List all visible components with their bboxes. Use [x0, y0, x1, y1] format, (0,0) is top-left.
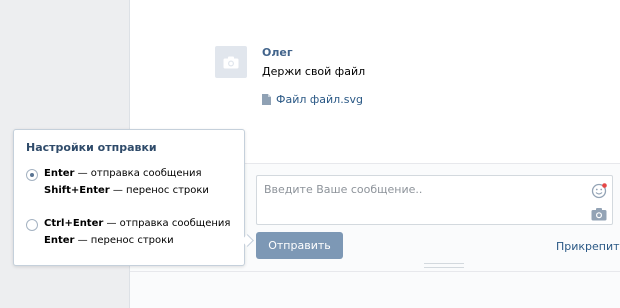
camera-icon [223, 56, 239, 68]
option-line: Ctrl+Enter — отправка сообщения [44, 218, 231, 229]
smile-icon[interactable] [591, 183, 607, 199]
message-input[interactable]: Введите Ваше сообщение.. [256, 175, 613, 225]
attachment-name: Файл файл.svg [276, 93, 363, 106]
popup-title: Настройки отправки [26, 141, 157, 154]
resize-handle[interactable] [424, 263, 464, 268]
message-text: Держи свой файл [262, 65, 366, 78]
option-line: Shift+Enter — перенос строки [44, 185, 209, 196]
camera-icon[interactable] [591, 207, 607, 221]
avatar[interactable] [215, 46, 247, 78]
radio-enter[interactable] [26, 169, 38, 181]
option-line: Enter — перенос строки [44, 235, 174, 246]
option-line: Enter — отправка сообщения [44, 168, 202, 179]
input-placeholder: Введите Ваше сообщение.. [264, 183, 423, 196]
message-attachment[interactable]: Файл файл.svg [262, 93, 363, 106]
file-icon [262, 94, 271, 105]
send-button[interactable]: Отправить [256, 232, 343, 259]
message-author[interactable]: Олег [262, 46, 293, 59]
attach-link[interactable]: Прикрепить [556, 240, 620, 253]
divider [130, 271, 620, 272]
send-settings-popup: Настройки отправки Enter — отправка сооб… [13, 129, 254, 266]
radio-ctrl-enter[interactable] [26, 219, 38, 231]
